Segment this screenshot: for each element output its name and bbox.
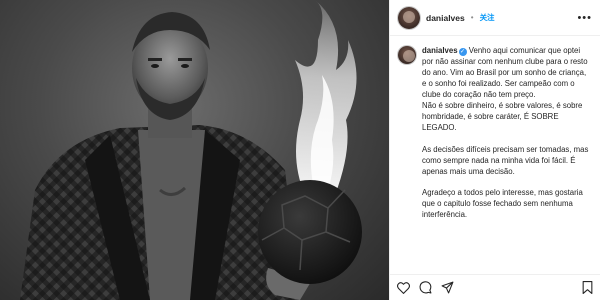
heart-icon[interactable]	[396, 281, 410, 295]
avatar[interactable]	[398, 6, 420, 29]
caption-text: danialves ✓ Venho aqui comunicar que opte…	[422, 45, 592, 220]
caption-paragraph-3: As decisões difíceis precisam ser tomada…	[422, 144, 589, 176]
caption-paragraph-4: Agradeço a todos pelo interesse, mas gos…	[422, 187, 583, 219]
caption-avatar[interactable]	[398, 46, 416, 64]
separator: •	[470, 13, 474, 22]
post-header: danialves • 关注 •••	[390, 0, 600, 36]
header-username[interactable]: danialves	[426, 13, 465, 23]
verified-badge-icon: ✓	[458, 48, 467, 56]
instagram-post: danialves • 关注 ••• danialves ✓ Venho aqui…	[0, 0, 600, 300]
portrait-illustration	[20, 0, 362, 300]
action-bar	[390, 274, 600, 300]
caption: danialves ✓ Venho aqui comunicar que opte…	[390, 36, 600, 220]
more-options-icon[interactable]: •••	[577, 12, 592, 24]
caption-username[interactable]: danialves	[422, 46, 458, 55]
share-icon[interactable]	[440, 281, 454, 295]
post-sidebar: danialves • 关注 ••• danialves ✓ Venho aqui…	[389, 0, 600, 300]
post-photo[interactable]	[0, 0, 389, 300]
caption-paragraph-2: Não é sobre dinheiro, é sobre valores, é…	[422, 101, 583, 133]
bookmark-icon[interactable]	[580, 281, 594, 295]
comment-icon[interactable]	[418, 281, 432, 295]
follow-button[interactable]: 关注	[480, 12, 495, 23]
